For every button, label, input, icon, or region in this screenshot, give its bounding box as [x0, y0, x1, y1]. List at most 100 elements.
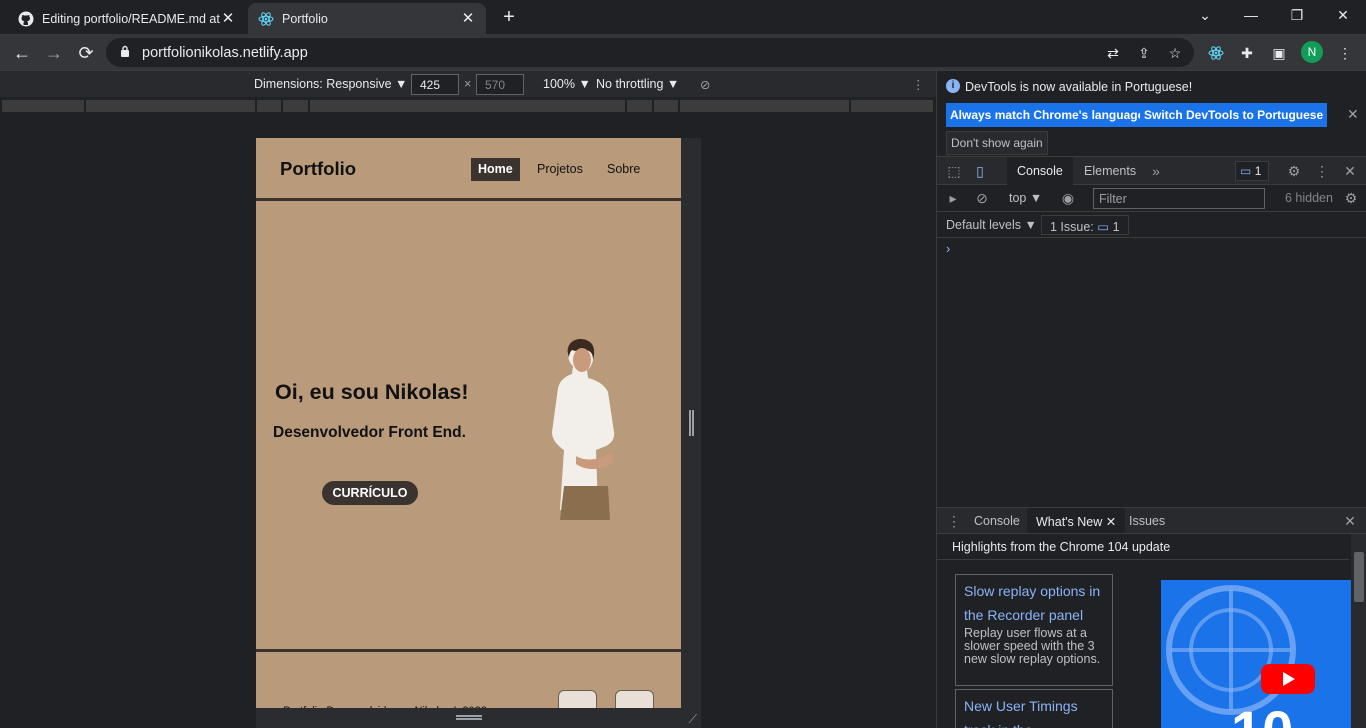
nav-projetos[interactable]: Projetos	[530, 158, 590, 181]
video-thumbnail[interactable]: 10	[1161, 580, 1351, 728]
inspect-element-icon[interactable]: ⬚	[945, 162, 963, 180]
bookmark-star-icon[interactable]: ☆	[1164, 42, 1186, 64]
youtube-play-icon[interactable]	[1261, 664, 1315, 694]
restore-icon[interactable]: ❐	[1274, 0, 1320, 30]
new-tab-button[interactable]: +	[498, 7, 520, 29]
issues-badge[interactable]: ▭ 1	[1235, 161, 1269, 181]
back-icon[interactable]: ←	[9, 40, 35, 66]
lock-icon	[120, 44, 130, 62]
issues-counter[interactable]: 1 Issue: ▭ 1	[1041, 215, 1129, 235]
site-footer: Portfolio Desenvolvido por Nikolas L 202…	[256, 655, 681, 713]
feature-card-title[interactable]: Slow replay options in the Recorder pane…	[964, 579, 1104, 627]
customize-menu-icon[interactable]: ⋮	[1313, 162, 1331, 180]
always-match-language-button[interactable]: Always match Chrome's language	[946, 103, 1149, 127]
whats-new-panel: Highlights from the Chrome 104 update Sl…	[937, 534, 1366, 728]
tab-elements[interactable]: Elements	[1074, 157, 1146, 185]
close-whats-new-icon[interactable]: ✕	[1106, 515, 1116, 529]
console-filter-input[interactable]: Filter	[1093, 188, 1265, 209]
github-icon	[18, 11, 34, 27]
ruler-segment[interactable]	[310, 100, 626, 112]
issues-badge-count: 1	[1254, 164, 1262, 178]
translate-icon[interactable]: ⇄	[1102, 42, 1124, 64]
height-input[interactable]: 570	[476, 74, 524, 95]
extensions-icon[interactable]: ✚	[1236, 42, 1258, 64]
settings-icon[interactable]: ⚙	[1285, 162, 1303, 180]
dont-show-again-button[interactable]: Don't show again	[946, 131, 1048, 155]
throttling-dropdown[interactable]: No throttling ▼	[596, 77, 679, 91]
drawer-tabbar: ⋮ Console What's New ✕ Issues ✕	[937, 507, 1366, 534]
feature-card[interactable]: New User Timings track in the	[955, 689, 1113, 728]
ruler-segment[interactable]	[851, 100, 934, 112]
browser-toolbar: ← → ⟳ portfolionikolas.netlify.app ⇄ ⇪ ☆…	[0, 34, 1366, 71]
tab-search-icon[interactable]: ⌄	[1182, 0, 1228, 30]
video-big-number: 10	[1231, 698, 1293, 728]
ruler-segment[interactable]	[627, 100, 653, 112]
close-drawer-icon[interactable]: ✕	[1341, 512, 1359, 530]
ruler-segment[interactable]	[257, 100, 282, 112]
device-resize-handle-bottom[interactable]: ⟋	[256, 708, 701, 728]
tab-github[interactable]: Editing portfolio/README.md at ✕	[8, 3, 246, 34]
ruler-segment[interactable]	[283, 100, 309, 112]
issues-label: 1 Issue:	[1050, 220, 1094, 234]
switch-to-portuguese-button[interactable]: Switch DevTools to Portuguese	[1140, 103, 1328, 127]
react-devtools-icon[interactable]	[1205, 42, 1227, 64]
window-close-icon[interactable]: ✕	[1320, 0, 1366, 30]
close-infobar-icon[interactable]: ✕	[1347, 106, 1359, 123]
close-icon[interactable]: ✕	[220, 10, 236, 27]
zoom-dropdown[interactable]: 100% ▼	[543, 77, 591, 91]
side-panel-icon[interactable]: ▣	[1268, 42, 1290, 64]
clear-console-icon[interactable]: ⊘	[973, 189, 991, 207]
close-devtools-icon[interactable]: ✕	[1341, 162, 1359, 180]
menu-icon[interactable]: ⋮	[1334, 42, 1356, 64]
more-tabs-icon[interactable]: »	[1147, 162, 1165, 180]
drawer-tab-console[interactable]: Console	[965, 508, 1029, 533]
more-options-icon[interactable]: ⋮	[912, 77, 925, 92]
curriculum-button[interactable]: CURRÍCULO	[322, 481, 418, 505]
ruler-segment[interactable]	[2, 100, 85, 112]
live-expression-eye-icon[interactable]: ◉	[1059, 189, 1077, 207]
drawer-menu-icon[interactable]: ⋮	[945, 512, 963, 530]
reload-icon[interactable]: ⟳	[73, 40, 99, 66]
share-icon[interactable]: ⇪	[1133, 42, 1155, 64]
tab-console[interactable]: Console	[1007, 157, 1073, 185]
console-settings-icon[interactable]: ⚙	[1342, 189, 1360, 207]
address-bar[interactable]: portfolionikolas.netlify.app	[106, 38, 1194, 67]
issues-count: 1	[1112, 220, 1120, 234]
tab-strip: Editing portfolio/README.md at ✕ Portfol…	[0, 0, 1366, 34]
device-resize-handle-right[interactable]	[681, 138, 701, 713]
drawer-tab-whats-new[interactable]: What's New ✕	[1027, 508, 1126, 533]
nav-home[interactable]: Home	[471, 158, 520, 181]
tab-portfolio[interactable]: Portfolio ✕	[248, 3, 486, 34]
ruler-segment[interactable]	[86, 100, 256, 112]
feature-card[interactable]: Slow replay options in the Recorder pane…	[955, 574, 1113, 686]
drawer-tab-whats-new-label: What's New	[1036, 515, 1103, 529]
drawer-tab-issues[interactable]: Issues	[1120, 508, 1174, 533]
forward-icon[interactable]: →	[41, 40, 67, 66]
drawer-scrollbar[interactable]	[1351, 534, 1366, 728]
console-prompt[interactable]: ›	[946, 241, 950, 256]
device-toolbar: Dimensions: Responsive ▼ 425 × 570 100% …	[0, 71, 936, 97]
sidebar-toggle-icon[interactable]: ▸	[944, 189, 962, 207]
profile-photo	[552, 338, 615, 520]
site-brand[interactable]: Portfolio	[280, 158, 356, 180]
infobar-message: DevTools is now available in Portuguese!	[965, 80, 1193, 94]
devtools-panel: i DevTools is now available in Portugues…	[936, 71, 1366, 728]
close-icon[interactable]: ✕	[460, 10, 476, 27]
rotate-icon[interactable]: ⊘	[700, 77, 710, 92]
react-icon	[258, 11, 274, 27]
resize-corner-icon[interactable]: ⟋	[689, 712, 697, 727]
feature-card-title[interactable]: New User Timings track in the	[964, 694, 1104, 728]
language-infobar: i DevTools is now available in Portugues…	[937, 71, 1366, 157]
ruler-segment[interactable]	[680, 100, 850, 112]
log-levels-dropdown[interactable]: Default levels ▼	[946, 218, 1037, 232]
nav-sobre[interactable]: Sobre	[600, 158, 647, 181]
tab-title: Editing portfolio/README.md at	[42, 11, 220, 26]
context-selector[interactable]: top ▼	[1009, 191, 1042, 205]
device-toolbar-icon[interactable]: ▯	[971, 162, 989, 180]
width-input[interactable]: 425	[411, 74, 459, 95]
minimize-icon[interactable]: —	[1228, 0, 1274, 30]
dimensions-dropdown[interactable]: Dimensions: Responsive ▼	[254, 77, 407, 91]
ruler-segment[interactable]	[654, 100, 679, 112]
profile-avatar[interactable]: N	[1301, 41, 1323, 63]
feature-card-desc: Replay user flows at a slower speed with…	[964, 626, 1101, 666]
